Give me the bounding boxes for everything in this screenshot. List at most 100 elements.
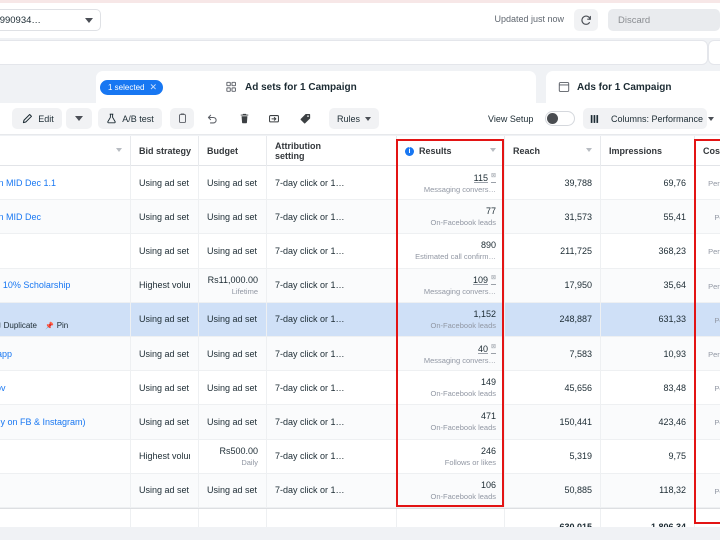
sort-caret-icon[interactable] [586, 148, 592, 152]
undo-button[interactable] [200, 108, 224, 129]
cell-cost-sublabel: Per n [708, 281, 720, 291]
table-row[interactable]: ampaign MID Dec Using ad set bid … Using a… [0, 200, 720, 235]
cell-reach: 17,950 [504, 268, 600, 302]
columns-button[interactable]: Columns: Performance [583, 108, 715, 129]
cell-bid-value: Highest volume [139, 451, 190, 462]
tag-button[interactable] [293, 108, 317, 129]
cell-results-value: 246 [480, 445, 496, 456]
cell-attribution: 7-day click or 1… [266, 439, 396, 473]
cell-cost-sublabel: Per [714, 418, 720, 428]
view-setup-toggle[interactable] [545, 111, 575, 126]
account-selector[interactable]: 220841990934… [0, 9, 101, 31]
table-header-bid[interactable]: Bid strategy [130, 136, 198, 166]
cell-name[interactable]: ampaign MID Dec 1.1 [0, 166, 130, 199]
campaign-name-link[interactable]: ampaign MID Dec 1.1 [0, 178, 56, 188]
sort-caret-icon[interactable] [490, 148, 496, 152]
edit-button[interactable]: Edit [12, 108, 62, 129]
discard-button[interactable]: Discard [608, 9, 720, 31]
tab-ad-sets-label: Ad sets for 1 Campaign [245, 81, 357, 93]
campaign-name-link[interactable]: ign (Only on FB & Instagram) [0, 417, 86, 427]
table-row[interactable]: ampaign MID Dec 1.1 Using ad set bid … Usi… [0, 166, 720, 201]
cell-reach-value: 5,319 [569, 451, 592, 462]
ab-test-button[interactable]: A/B test [98, 108, 162, 129]
tab-ads-label: Ads for 1 Campaign [577, 81, 672, 93]
cell-bid: Using ad set bid … [130, 234, 198, 268]
table-header-reach[interactable]: Reach [504, 136, 600, 166]
table-row[interactable]: vers Highest volume Rs500.00Daily 7-day cli… [0, 439, 720, 474]
cell-name[interactable]: vers [0, 440, 130, 473]
table-row[interactable]: ign (Only on FB & Instagram) Using ad set… [0, 405, 720, 440]
export-button[interactable] [262, 108, 286, 129]
cell-name[interactable]: ign [0, 474, 130, 507]
table-row[interactable]: Using ad set bid … Using ad set bud… 7-day… [0, 234, 720, 269]
pencil-icon [22, 113, 33, 124]
table-row[interactable]: Whats app Using ad set bid … Using ad set … [0, 337, 720, 372]
table-header-attribution[interactable]: Attribution setting [266, 136, 396, 166]
cell-cost: Per [694, 302, 720, 336]
toggle-knob [547, 113, 558, 124]
cell-reach: 7,583 [504, 337, 600, 371]
search-input[interactable] [0, 40, 708, 65]
cell-impressions: 69,76 [600, 166, 694, 200]
cell-budget-value: Rs11,000.00 [207, 274, 258, 285]
cell-impressions: 631,33 [600, 302, 694, 336]
campaign-name-link[interactable]: ampaign MID Dec [0, 212, 41, 222]
cell-name[interactable]: ampaign MID Dec [0, 200, 130, 233]
cell-name[interactable]: Whats app [0, 337, 130, 370]
cell-name[interactable]: 23rd Nov [0, 371, 130, 404]
bottom-strip [0, 527, 720, 540]
selected-count-chip[interactable]: 1 selected ✕ [100, 80, 164, 95]
results-flag-icon: ⊠ [490, 343, 496, 350]
table-row[interactable]: 23rd Nov Using ad set bid … Using ad set b… [0, 371, 720, 406]
cell-results-value: 109 ⊠ [472, 275, 496, 286]
rules-button[interactable]: Rules [329, 108, 379, 129]
pin-icon: 📌 [44, 322, 54, 330]
table-header-name[interactable] [0, 136, 130, 166]
cell-name[interactable] [0, 234, 130, 267]
chevron-down-icon [75, 116, 83, 121]
tab-ads[interactable]: Ads for 1 Campaign [546, 71, 720, 103]
cell-impressions-value: 55,41 [663, 211, 686, 222]
cell-attribution: 7-day click or 1… [266, 200, 396, 234]
table-row[interactable]: ign Using ad set bid … Using ad set bud… 7-… [0, 473, 720, 508]
cell-results: 115 ⊠ Messaging convers… [396, 166, 504, 200]
sort-caret-icon[interactable] [116, 148, 122, 152]
search-row-side-button[interactable] [708, 40, 720, 65]
cell-results-value: 1,152 [473, 308, 496, 319]
duplicate-action[interactable]: ❐Duplicate [0, 321, 37, 330]
chevron-down-icon [85, 17, 93, 23]
cell-name[interactable]: aign✎✎dit❐Duplicate📌Pin [0, 303, 130, 336]
table-header-cost[interactable]: Cos [694, 136, 720, 166]
duplicate-button[interactable] [170, 108, 194, 129]
cell-name[interactable]: gn Avail 10% Scholarship [0, 269, 130, 302]
cell-reach-value: 211,725 [560, 245, 592, 256]
cell-attribution: 7-day click or 1… [266, 234, 396, 268]
table-header-impressions[interactable]: Impressions [600, 136, 694, 166]
cell-impressions: 423,46 [600, 405, 694, 439]
cell-results: 149 On-Facebook leads [396, 371, 504, 405]
cell-bid-value: Using ad set bid … [139, 382, 190, 393]
delete-button[interactable] [232, 108, 256, 129]
close-icon[interactable]: ✕ [149, 83, 157, 92]
table-row[interactable]: gn Avail 10% Scholarship Highest volume Rs… [0, 268, 720, 303]
cell-cost: Per n [694, 337, 720, 371]
campaign-name-link[interactable]: 23rd Nov [0, 383, 6, 393]
pin-action[interactable]: 📌 Pin [45, 321, 68, 330]
cell-cost-sublabel: Per e [708, 247, 720, 257]
campaigns-table: Bid strategy Budget Attribution setting i Res… [0, 136, 720, 540]
top-strip [0, 0, 720, 3]
cell-reach: 150,441 [504, 405, 600, 439]
columns-button-label: Columns: Performance [611, 113, 704, 124]
cell-reach-value: 248,887 [559, 314, 592, 325]
cell-name[interactable]: ign (Only on FB & Instagram) [0, 405, 130, 438]
table-header-results[interactable]: i Results [396, 136, 504, 166]
table-header-budget[interactable]: Budget [198, 136, 266, 166]
cell-attribution: 7-day click or 1… [266, 473, 396, 507]
cell-bid-value: Using ad set bid … [139, 485, 190, 496]
table-header-label: Bid strategy [139, 146, 192, 156]
campaign-name-link[interactable]: Whats app [0, 349, 12, 359]
campaign-name-link[interactable]: gn Avail 10% Scholarship [0, 280, 70, 290]
refresh-button[interactable] [574, 9, 598, 31]
table-row[interactable]: aign✎✎dit❐Duplicate📌PinUsing ad set bid … [0, 302, 720, 337]
edit-dropdown-button[interactable] [66, 108, 92, 129]
